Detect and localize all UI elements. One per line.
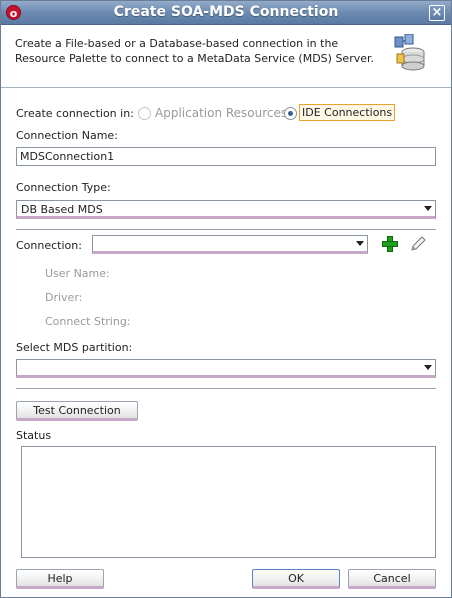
mds-partition-select[interactable]: [16, 359, 436, 378]
dropdown-arrow-icon: [356, 241, 364, 246]
radio-application-resources[interactable]: [138, 107, 151, 120]
connection-type-select[interactable]: DB Based MDS: [16, 200, 436, 219]
dialog-window: o Create SOA-MDS Connection × Create a F…: [0, 0, 452, 598]
status-label: Status: [16, 429, 52, 442]
header-description: Create a File-based or a Database-based …: [15, 37, 375, 65]
dropdown-arrow-icon: [424, 206, 432, 211]
radio-application-resources-label: Application Resources: [155, 106, 288, 120]
ok-button[interactable]: OK: [252, 569, 340, 589]
connection-select[interactable]: [92, 235, 368, 254]
radio-ide-connections[interactable]: [284, 107, 297, 120]
section-divider: [16, 229, 436, 230]
section-divider: [16, 388, 436, 389]
mds-partition-label: Select MDS partition:: [16, 341, 133, 354]
user-name-label: User Name:: [45, 267, 110, 280]
connection-type-value: DB Based MDS: [21, 203, 103, 216]
dialog-header: Create a File-based or a Database-based …: [1, 26, 451, 86]
help-button[interactable]: Help: [16, 569, 104, 589]
dropdown-arrow-icon: [424, 365, 432, 370]
close-icon[interactable]: ×: [429, 5, 445, 21]
create-in-label: Create connection in:: [16, 107, 134, 120]
header-divider: [1, 87, 451, 88]
radio-ide-connections-focus[interactable]: IDE Connections: [299, 104, 396, 121]
connection-label: Connection:: [16, 239, 82, 252]
test-connection-button[interactable]: Test Connection: [16, 401, 138, 421]
status-textarea[interactable]: [21, 446, 436, 558]
connection-name-input[interactable]: MDSConnection1: [16, 147, 436, 166]
cancel-button[interactable]: Cancel: [348, 569, 436, 589]
edit-pencil-icon[interactable]: [409, 235, 427, 253]
connect-string-label: Connect String:: [45, 315, 131, 328]
connection-type-label: Connection Type:: [16, 181, 111, 194]
title-bar[interactable]: o Create SOA-MDS Connection ×: [1, 1, 451, 25]
dialog-title: Create SOA-MDS Connection: [113, 4, 339, 20]
add-icon[interactable]: [381, 235, 399, 253]
database-connection-icon: [394, 34, 425, 71]
connection-name-label: Connection Name:: [16, 129, 118, 142]
radio-ide-connections-label: IDE Connections: [302, 106, 393, 119]
driver-label: Driver:: [45, 291, 83, 304]
